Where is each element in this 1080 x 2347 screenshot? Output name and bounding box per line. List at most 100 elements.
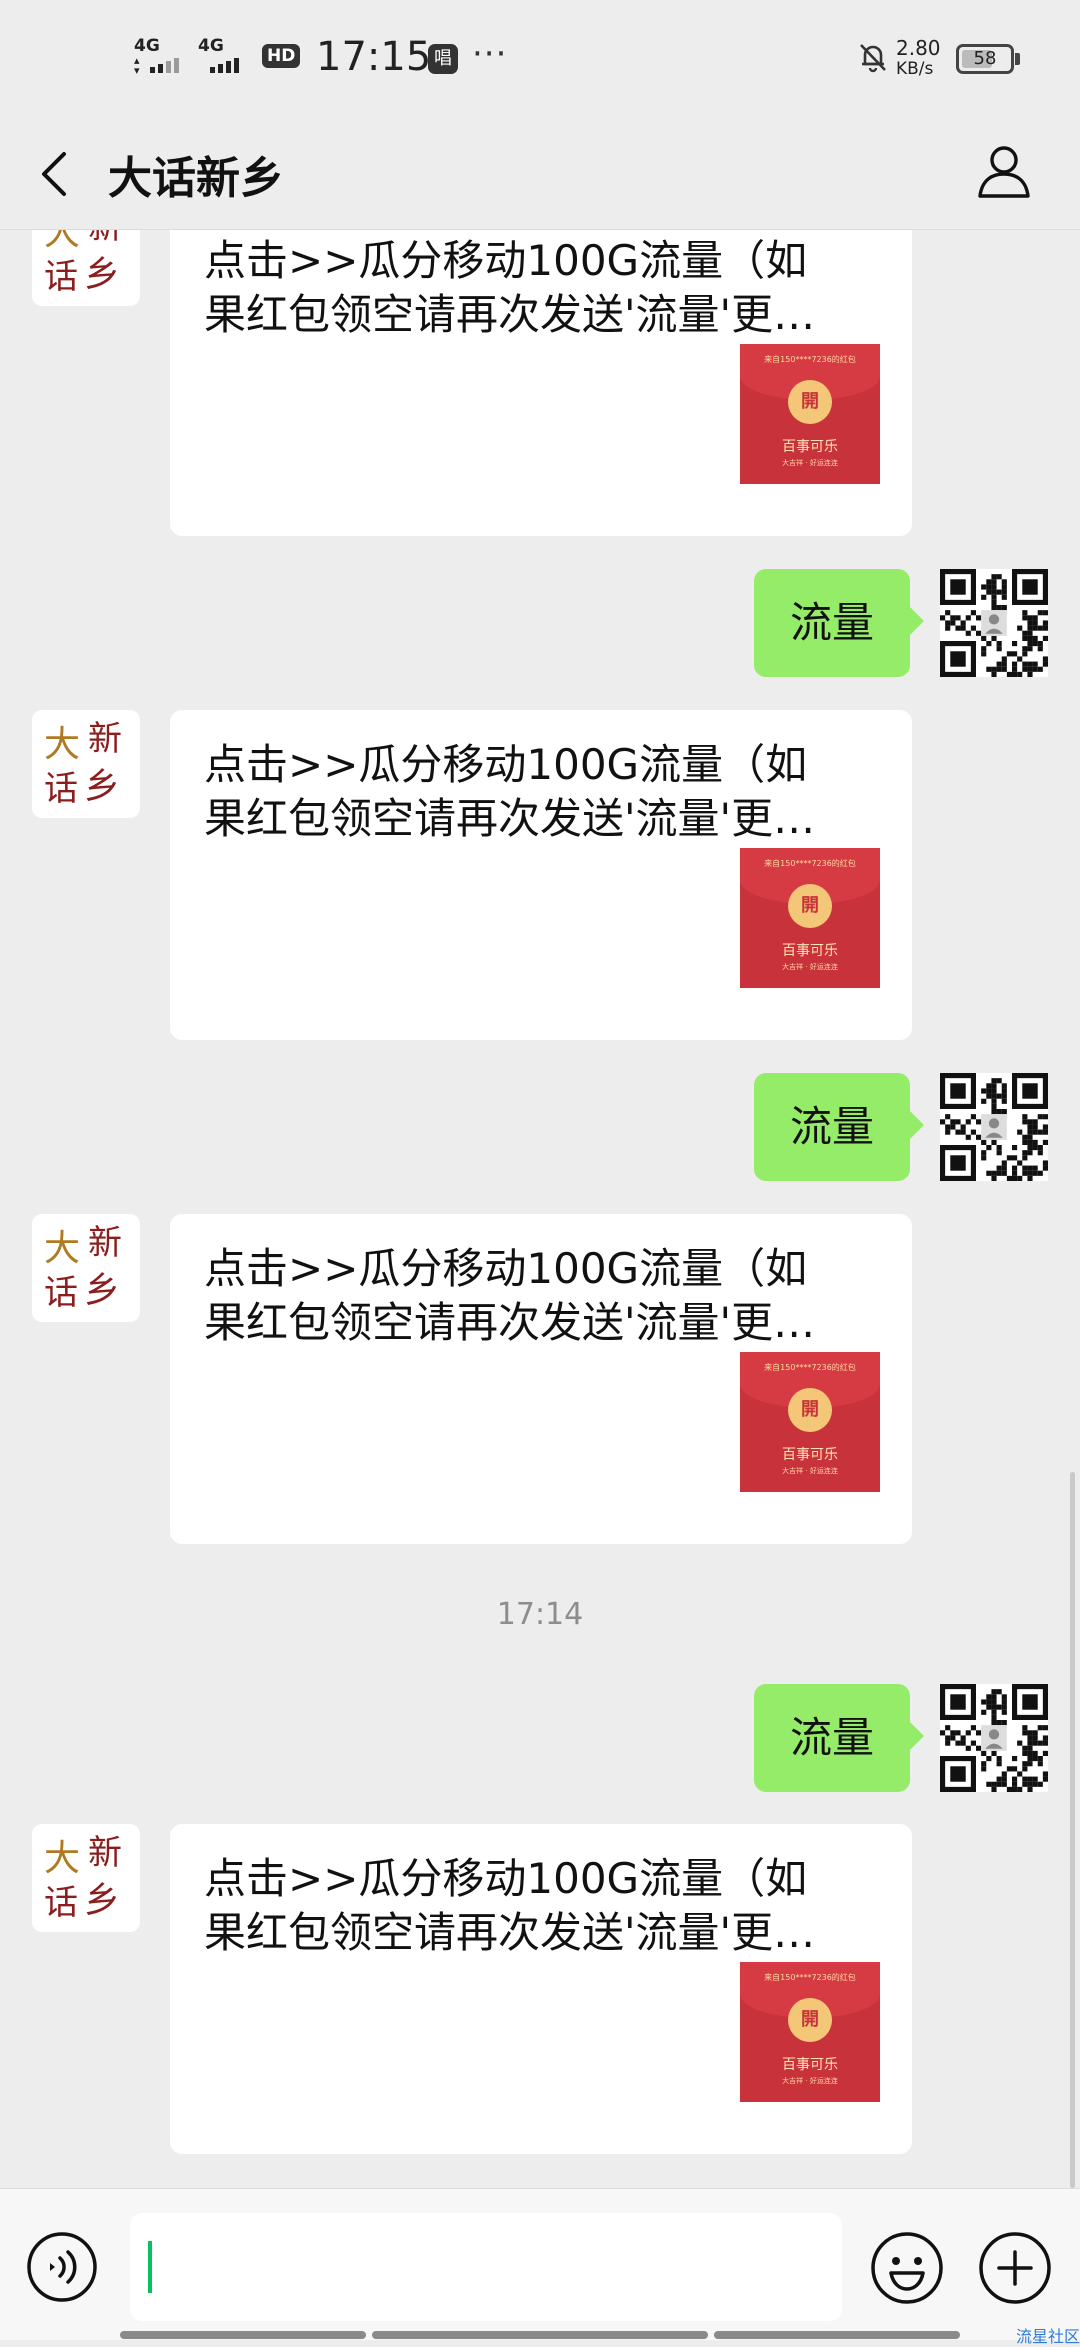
logo-icon: 大 新 话 乡 — [44, 1223, 122, 1313]
sender-avatar[interactable]: 大 新 话 乡 — [32, 1214, 140, 1322]
svg-text:大: 大 — [44, 1228, 80, 1269]
sent-message-text: 流量 — [789, 1102, 874, 1151]
svg-text:大: 大 — [44, 724, 80, 765]
qr-code-icon — [940, 1684, 1048, 1792]
svg-text:话: 话 — [44, 769, 78, 809]
gesture-bar — [714, 2331, 960, 2339]
red-packet-subtitle: 大吉祥 · 好运连连 — [782, 2077, 838, 2085]
message-input[interactable] — [130, 2213, 842, 2321]
card-text: 点击>>瓜分移动100G流量（如 果红包领空请再次发送'流量'更… — [204, 1242, 884, 1350]
sent-message-bubble[interactable]: 流量 — [754, 1073, 924, 1181]
chat-header: 大话新乡 — [0, 118, 1080, 230]
link-card-message[interactable]: 点击>>瓜分移动100G流量（如 果红包领空请再次发送'流量'更… 来自150*… — [170, 230, 912, 536]
red-packet-open-icon: 開 — [788, 1998, 832, 2042]
sent-message-text: 流量 — [789, 1713, 874, 1762]
logo-icon: 大 新 话 乡 — [44, 719, 122, 809]
svg-text:乡: 乡 — [84, 766, 120, 807]
hd-badge: HD — [262, 44, 301, 68]
sender-avatar[interactable]: 大 新 话 乡 — [32, 710, 140, 818]
network-type-1: 4G — [134, 36, 160, 56]
battery-icon: 58 — [956, 44, 1014, 74]
sent-message-bubble[interactable]: 流量 — [754, 569, 924, 677]
message-timestamp: 17:14 — [496, 1597, 584, 1632]
mute-bell-icon — [860, 44, 886, 73]
red-packet-title: 百事可乐 — [782, 2057, 838, 2073]
network-speed: 2.80 KB/s — [896, 38, 941, 80]
svg-text:新: 新 — [88, 230, 122, 247]
svg-text:乡: 乡 — [84, 1270, 120, 1311]
card-text: 点击>>瓜分移动100G流量（如 果红包领空请再次发送'流量'更… — [204, 738, 884, 846]
card-text-line1: 点击>>瓜分移动100G流量（如 — [204, 236, 808, 285]
red-packet-thumbnail: 来自150****7236的红包 開 百事可乐 大吉祥 · 好运连连 — [740, 1352, 880, 1492]
more-notifications-icon: ··· — [472, 34, 508, 74]
red-packet-thumbnail: 来自150****7236的红包 開 百事可乐 大吉祥 · 好运连连 — [740, 848, 880, 988]
data-arrows-icon: ▴ ▾ — [134, 54, 140, 77]
emoji-icon[interactable] — [870, 2231, 944, 2305]
network-type-2: 4G — [198, 36, 224, 56]
text-caret — [148, 2241, 152, 2293]
red-packet-title: 百事可乐 — [782, 1447, 838, 1463]
speed-unit: KB/s — [896, 59, 934, 79]
signal-icon — [150, 58, 179, 73]
card-text-line2: 果红包领空请再次发送'流量'更… — [204, 1298, 816, 1347]
red-packet-subtitle: 大吉祥 · 好运连连 — [782, 459, 838, 467]
red-packet-open-icon: 開 — [788, 1388, 832, 1432]
status-time: 17:15 — [316, 34, 432, 80]
svg-text:乡: 乡 — [84, 254, 120, 295]
chat-title: 大话新乡 — [108, 153, 284, 204]
red-packet-subtitle: 大吉祥 · 好运连连 — [782, 1467, 838, 1475]
card-text-line1: 点击>>瓜分移动100G流量（如 — [204, 1244, 808, 1293]
qr-code-icon — [940, 1073, 1048, 1181]
red-packet-open-icon: 開 — [788, 380, 832, 424]
link-card-message[interactable]: 点击>>瓜分移动100G流量（如 果红包领空请再次发送'流量'更… 来自150*… — [170, 710, 912, 1040]
qr-code-icon — [940, 569, 1048, 677]
card-text-line1: 点击>>瓜分移动100G流量（如 — [204, 740, 808, 789]
sender-avatar[interactable]: 大 新 话 乡 — [32, 1824, 140, 1932]
card-text-line2: 果红包领空请再次发送'流量'更… — [204, 794, 816, 843]
card-text: 点击>>瓜分移动100G流量（如 果红包领空请再次发送'流量'更… — [204, 234, 884, 342]
svg-text:乡: 乡 — [84, 1880, 120, 1921]
qr-avatar-icon[interactable] — [940, 1073, 1048, 1181]
card-text-line2: 果红包领空请再次发送'流量'更… — [204, 1908, 816, 1957]
link-card-message[interactable]: 点击>>瓜分移动100G流量（如 果红包领空请再次发送'流量'更… 来自150*… — [170, 1214, 912, 1544]
red-packet-thumbnail: 来自150****7236的红包 開 百事可乐 大吉祥 · 好运连连 — [740, 1962, 880, 2102]
speed-value: 2.80 — [896, 36, 941, 60]
scrollbar-thumb[interactable] — [1070, 1472, 1075, 2188]
red-packet-subtitle: 大吉祥 · 好运连连 — [782, 963, 838, 971]
sent-message-bubble[interactable]: 流量 — [754, 1684, 924, 1792]
red-packet-header: 来自150****7236的红包 — [764, 1363, 856, 1372]
svg-text:大: 大 — [44, 230, 80, 253]
battery-level: 58 — [973, 48, 997, 69]
battery-tip — [1015, 53, 1020, 65]
app-notification-icon: 唱 — [428, 44, 458, 74]
svg-text:新: 新 — [88, 1833, 122, 1873]
red-packet-header: 来自150****7236的红包 — [764, 859, 856, 868]
voice-icon[interactable] — [26, 2231, 98, 2303]
svg-text:话: 话 — [44, 1273, 78, 1313]
logo-icon: 大 新 话 乡 — [44, 1833, 122, 1923]
sender-avatar[interactable]: 大 新 话 乡 — [32, 230, 140, 306]
link-card-message[interactable]: 点击>>瓜分移动100G流量（如 果红包领空请再次发送'流量'更… 来自150*… — [170, 1824, 912, 2154]
person-icon[interactable] — [972, 138, 1036, 202]
card-text: 点击>>瓜分移动100G流量（如 果红包领空请再次发送'流量'更… — [204, 1852, 884, 1960]
svg-text:话: 话 — [44, 1883, 78, 1923]
qr-avatar-icon[interactable] — [940, 569, 1048, 677]
plus-icon[interactable] — [978, 2231, 1052, 2305]
red-packet-open-icon: 開 — [788, 884, 832, 928]
message-list[interactable]: 大 新 话 乡 点击>>瓜分移动100G流量（如 果红包领空请再次发送'流量'更… — [0, 230, 1080, 2188]
svg-text:大: 大 — [44, 1838, 80, 1879]
watermark: 流星社区 — [1016, 2327, 1080, 2346]
status-bar: 4G ▴ ▾ 4G HD 17:15 唱 ··· 2.80 KB/s 58 — [0, 0, 1080, 118]
gesture-bar — [120, 2331, 366, 2339]
qr-avatar-icon[interactable] — [940, 1684, 1048, 1792]
back-chevron-icon[interactable] — [32, 146, 82, 202]
logo-icon: 大 新 话 乡 — [44, 230, 122, 297]
svg-text:新: 新 — [88, 719, 122, 759]
card-text-line1: 点击>>瓜分移动100G流量（如 — [204, 1854, 808, 1903]
red-packet-header: 来自150****7236的红包 — [764, 355, 856, 364]
signal-icon-2 — [210, 58, 239, 73]
sent-message-text: 流量 — [789, 598, 874, 647]
red-packet-thumbnail: 来自150****7236的红包 開 百事可乐 大吉祥 · 好运连连 — [740, 344, 880, 484]
svg-text:新: 新 — [88, 1223, 122, 1263]
red-packet-title: 百事可乐 — [782, 439, 838, 455]
